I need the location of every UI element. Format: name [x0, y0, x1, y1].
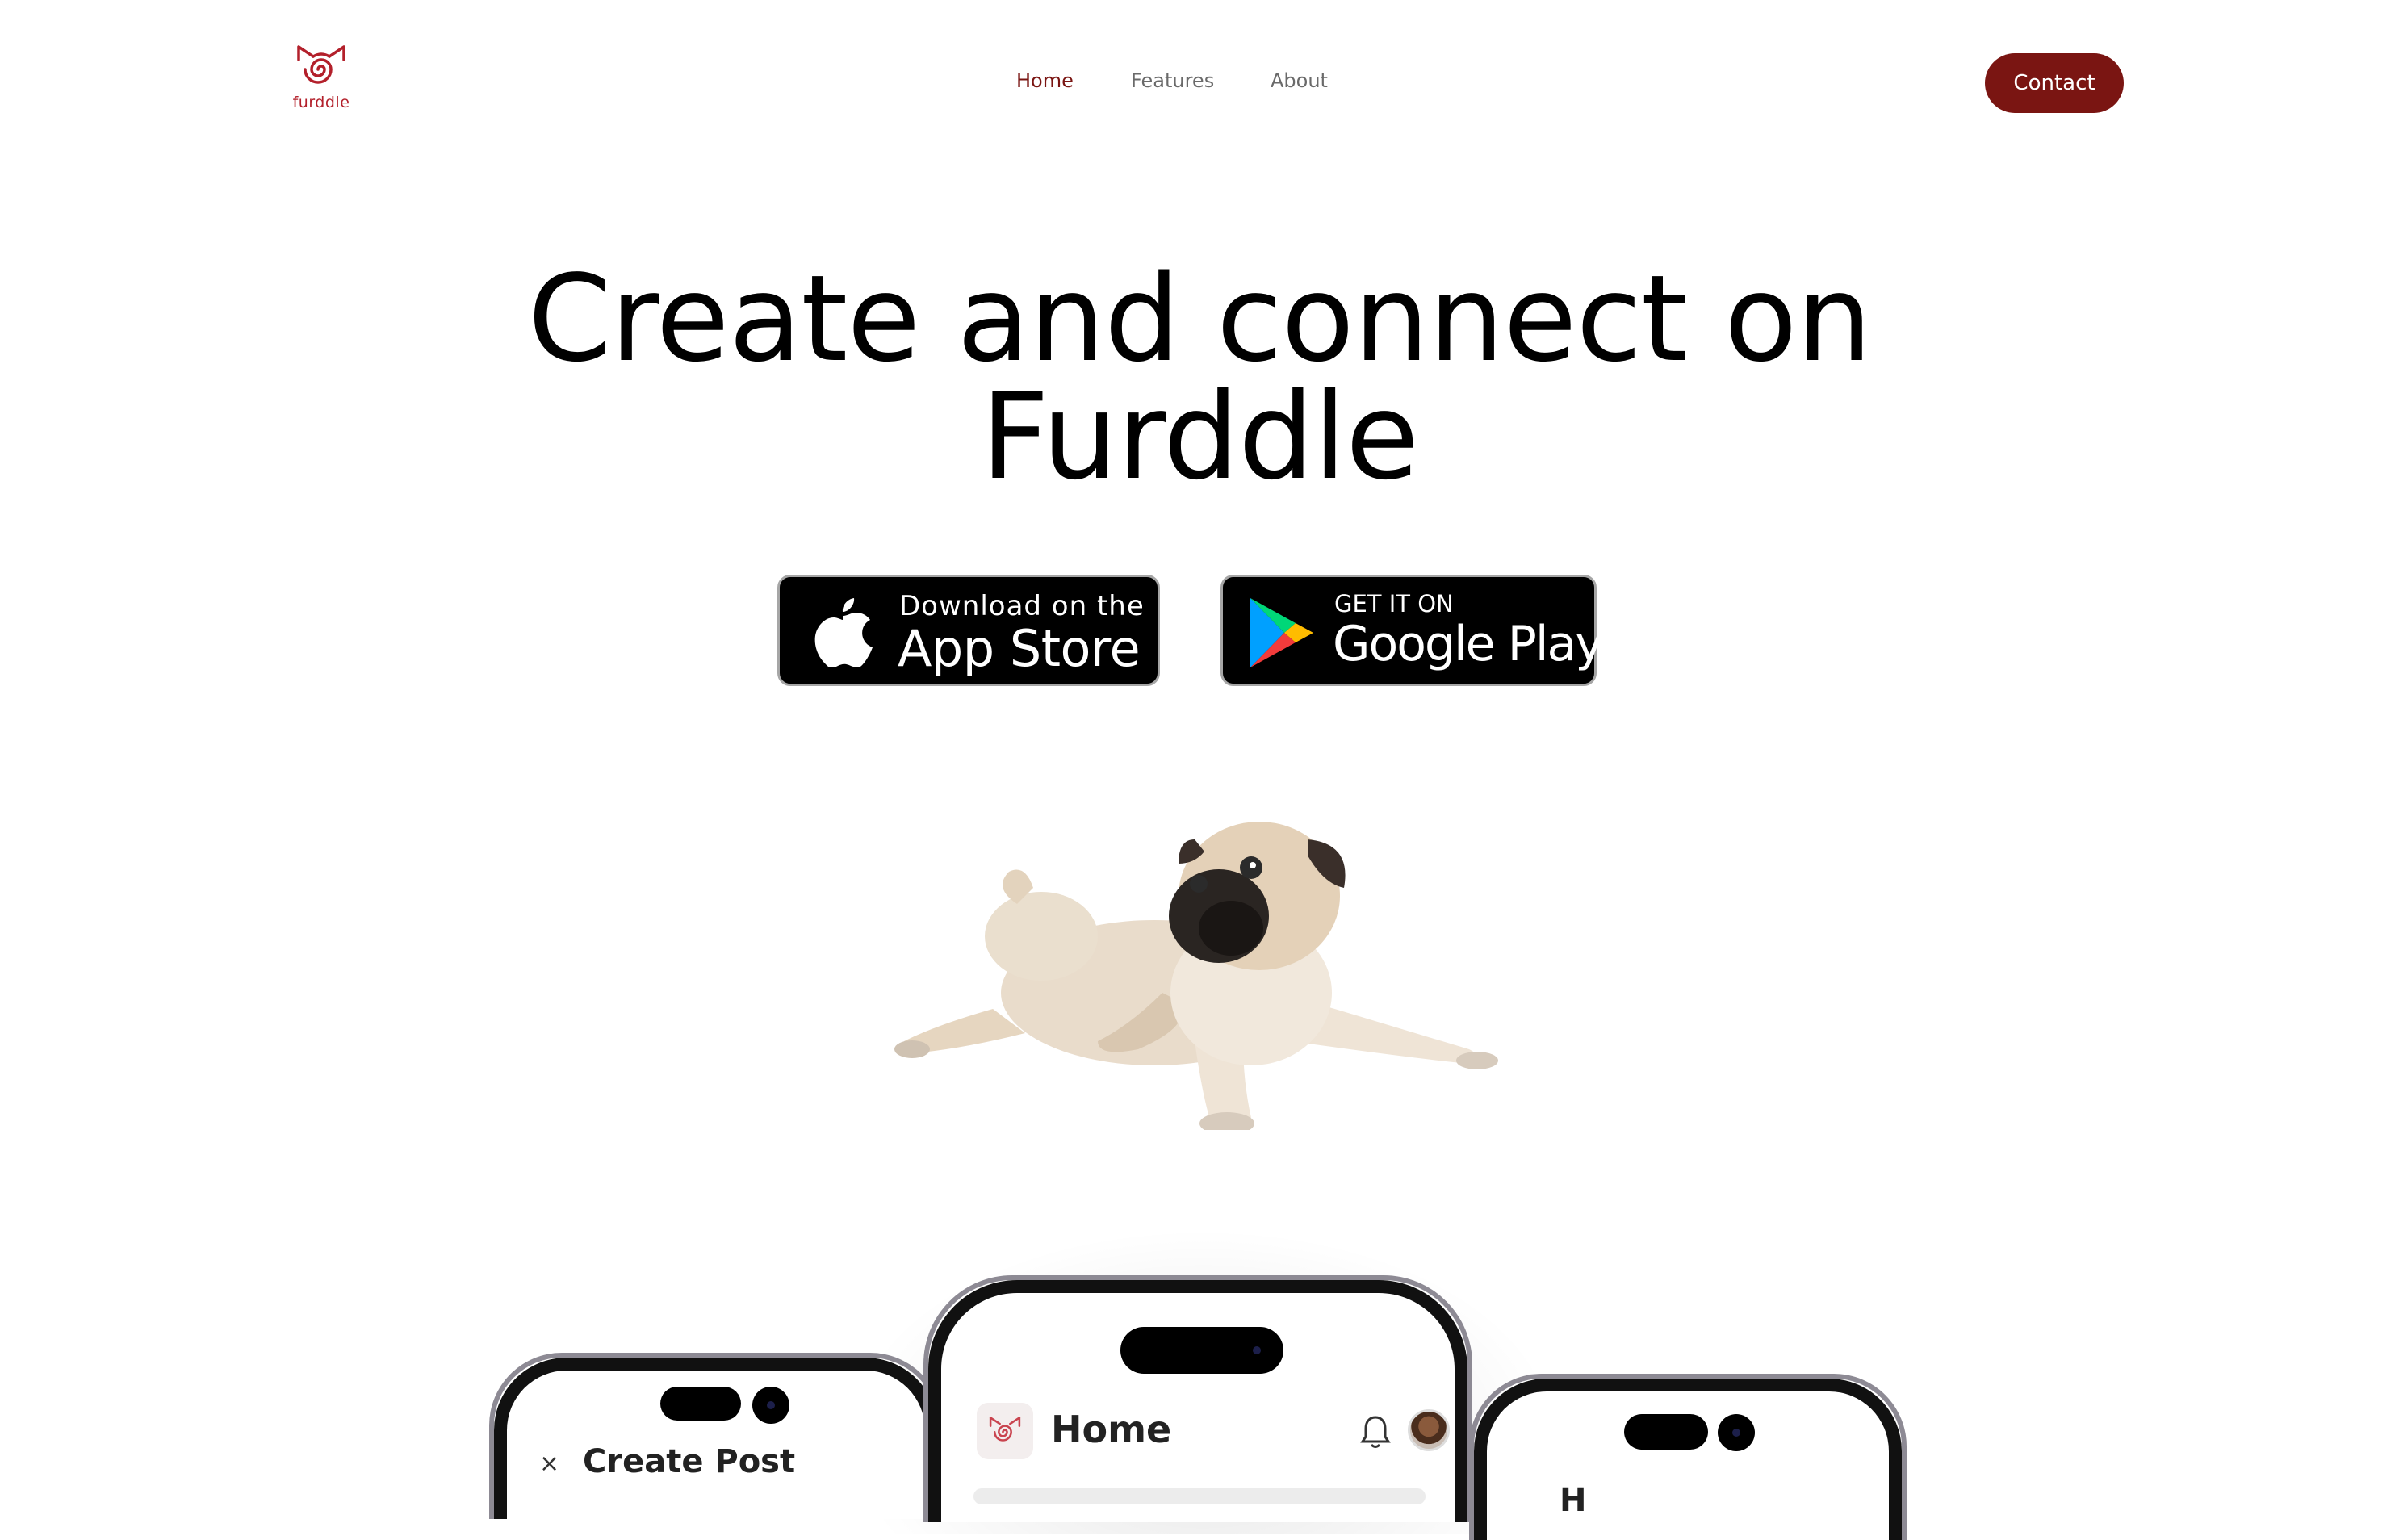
google-play-small-label: GET IT ON: [1334, 590, 1454, 617]
nav-about[interactable]: About: [1271, 69, 1328, 92]
camera: [1241, 1335, 1272, 1366]
dynamic-island: [660, 1387, 741, 1421]
app-store-small-label: Download on the: [899, 590, 1145, 622]
app-store-big-label: App Store: [898, 619, 1141, 678]
google-play-icon: [1250, 598, 1313, 667]
google-play-big-label: Google Play: [1333, 616, 1604, 672]
app-logo-icon[interactable]: [977, 1403, 1033, 1459]
camera: [752, 1387, 789, 1424]
app-store-button[interactable]: Download on the App Store: [777, 575, 1160, 686]
hero-title: Create and connect on Furddle: [0, 259, 2399, 496]
phone-home-secondary: H: [1469, 1374, 1907, 1540]
search-bar[interactable]: [973, 1488, 1426, 1504]
camera: [1718, 1414, 1755, 1451]
nav-home[interactable]: Home: [1016, 69, 1074, 92]
google-play-button[interactable]: GET IT ON Google Play: [1220, 575, 1604, 686]
hero-title-line2: Furddle: [980, 367, 1419, 506]
create-post-title: Create Post: [583, 1443, 796, 1480]
contact-button[interactable]: Contact: [1985, 53, 2124, 113]
phone-home: Home: [923, 1275, 1472, 1522]
nav-features[interactable]: Features: [1131, 69, 1214, 92]
phone-create-post: × Create Post: [489, 1353, 943, 1519]
dynamic-island: [1624, 1414, 1708, 1450]
close-icon[interactable]: ×: [539, 1450, 559, 1478]
secondary-screen-title: H: [1560, 1482, 1587, 1519]
cat-spiral-icon: [989, 1417, 1021, 1442]
home-screen-title: Home: [1051, 1408, 1172, 1451]
bell-icon[interactable]: [1359, 1414, 1392, 1450]
avatar[interactable]: [1408, 1409, 1450, 1451]
apple-icon: [814, 598, 873, 667]
pug-image: [894, 822, 1498, 1130]
